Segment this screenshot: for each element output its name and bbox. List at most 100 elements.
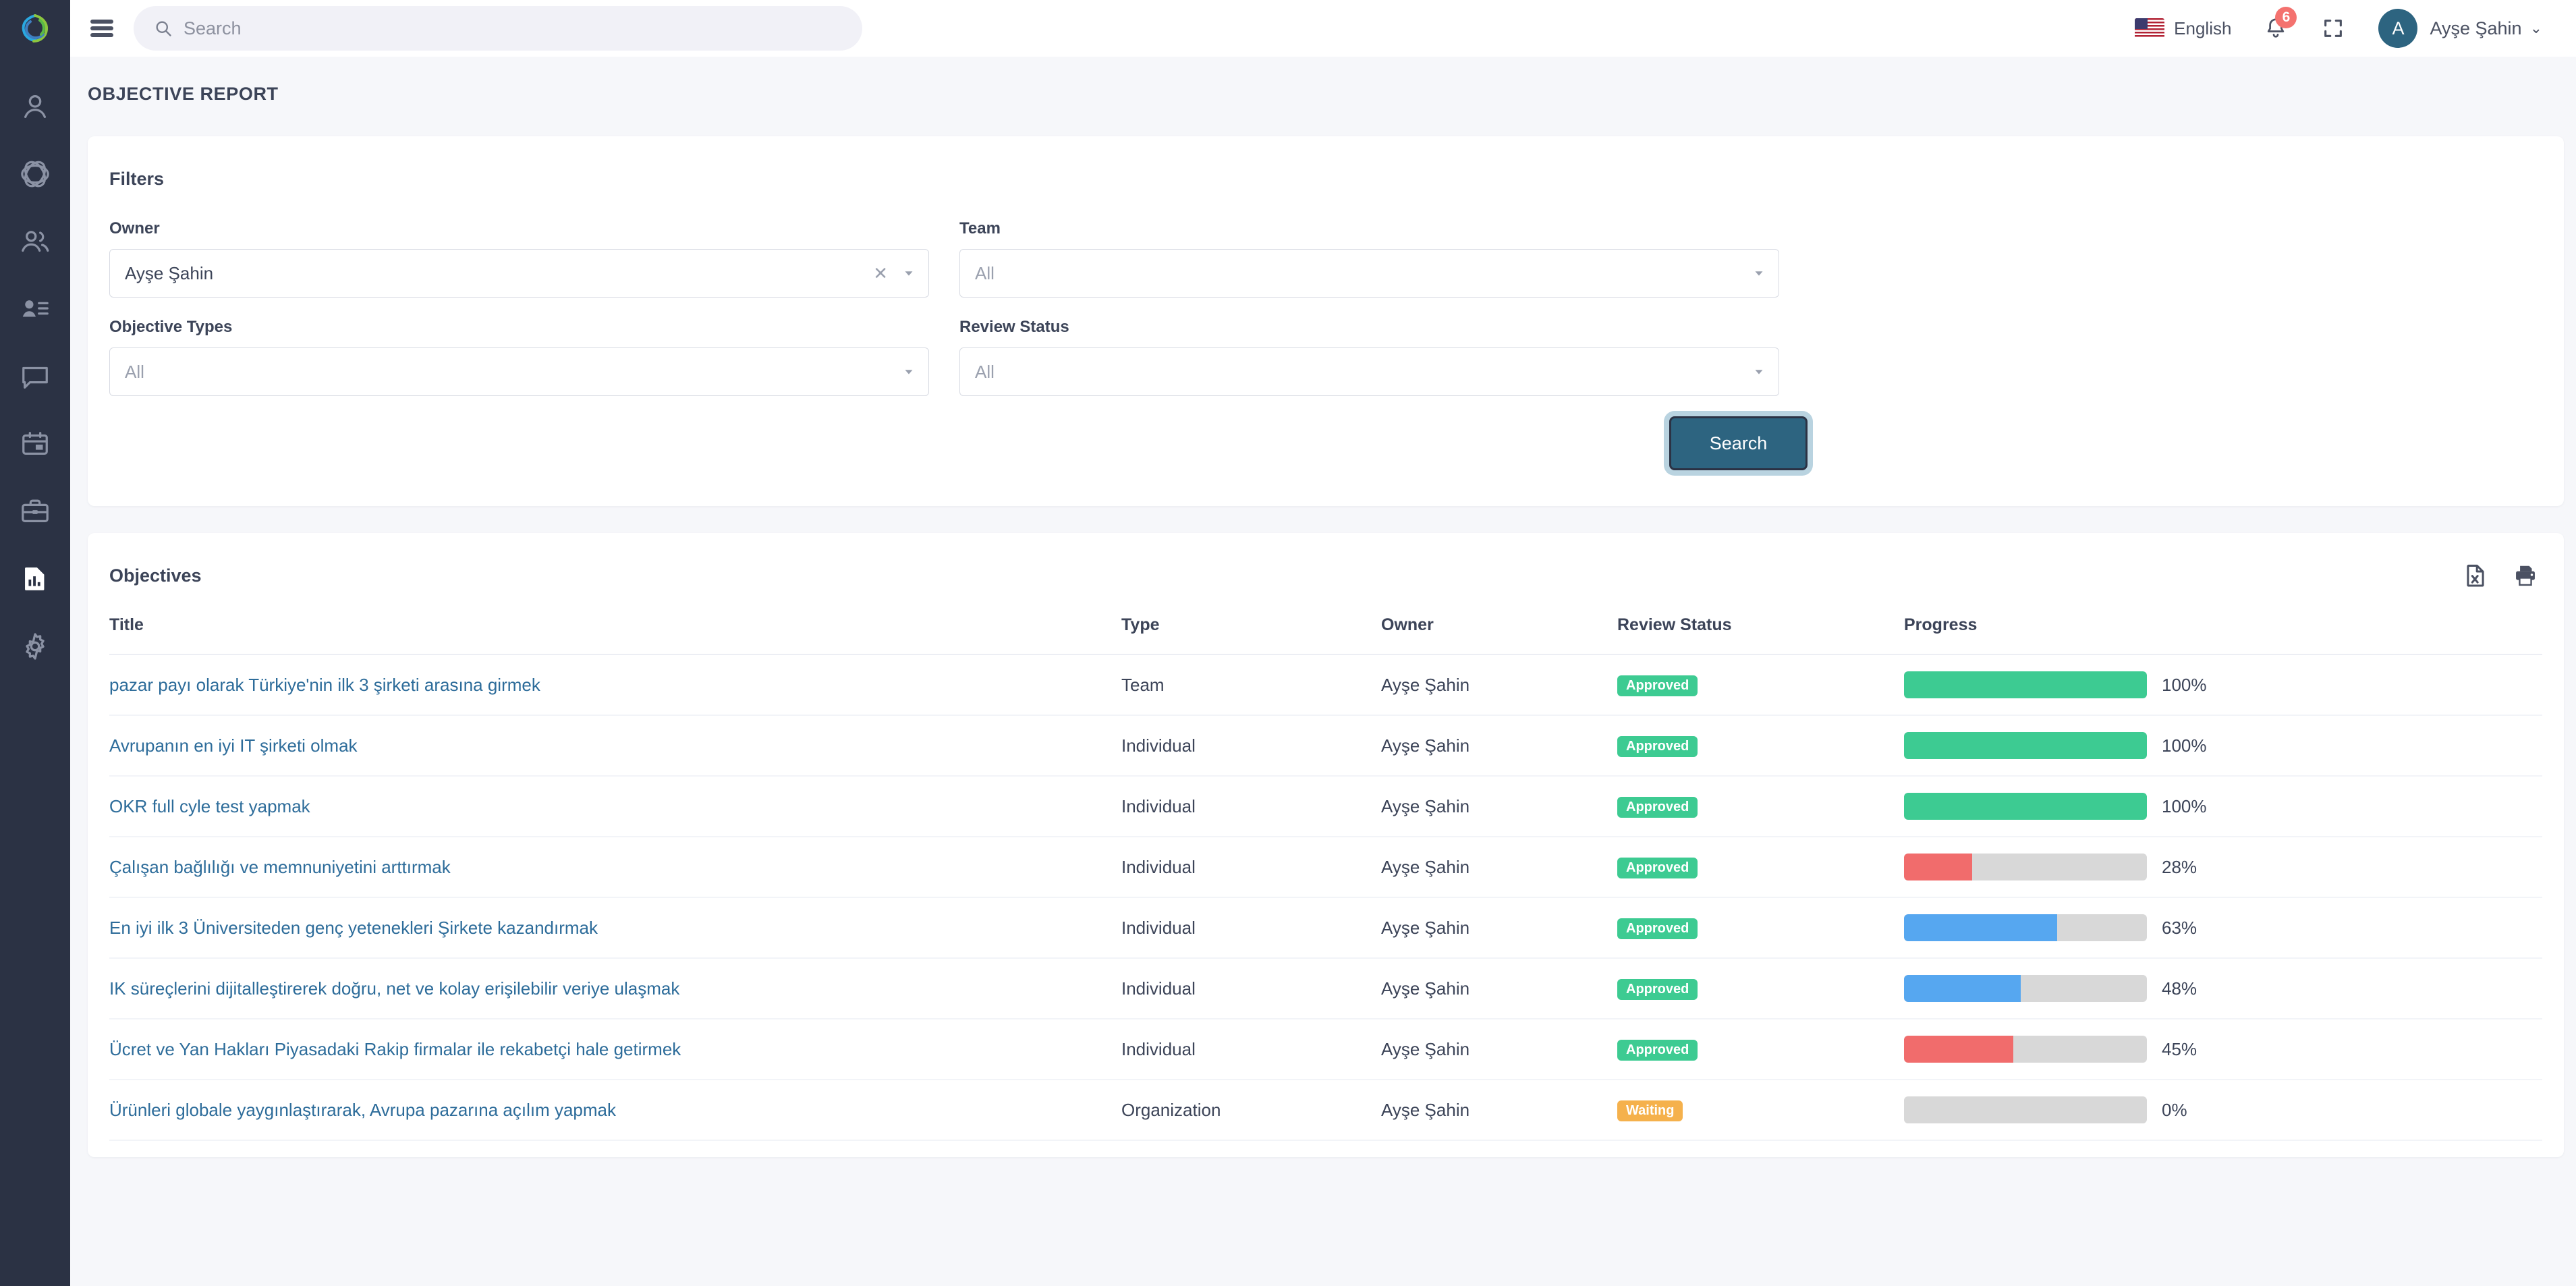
page-title-bar: OBJECTIVE REPORT [70, 57, 2576, 131]
cell-owner: Ayşe Şahin [1381, 1080, 1617, 1141]
objectives-title: Objectives [109, 565, 202, 586]
objectives-card: Objectives Title Type Owner Review Statu… [88, 533, 2564, 1157]
filters-actions: Search [88, 416, 2564, 470]
hamburger-bar [90, 33, 113, 37]
sidebar-item-reports[interactable] [0, 545, 70, 613]
sidebar-item-employees[interactable] [0, 275, 70, 343]
objective-title-link[interactable]: Ürünleri globale yaygınlaştırarak, Avrup… [109, 1100, 616, 1120]
progress-percent-label: 28% [2162, 856, 2197, 877]
notifications-button[interactable]: 6 [2264, 7, 2297, 40]
objective-title-link[interactable]: IK süreçlerini dijitalleştirerek doğru, … [109, 978, 679, 999]
sidebar-item-calendar[interactable] [0, 410, 70, 478]
progress-track [1904, 732, 2147, 759]
cell-progress: 100% [1904, 654, 2542, 716]
objective-title-link[interactable]: Ücret ve Yan Hakları Piyasadaki Rakip fi… [109, 1039, 681, 1059]
sidebar-item-objectives[interactable] [0, 140, 70, 208]
progress-track [1904, 671, 2147, 698]
column-header-title: Title [109, 615, 1121, 655]
app-logo[interactable] [0, 0, 70, 57]
objective-types-select[interactable]: All [109, 347, 929, 396]
cell-type: Team [1121, 654, 1381, 716]
table-row: Çalışan bağlılığı ve memnuniyetini arttı… [109, 837, 2542, 898]
field-label: Team [959, 219, 1001, 237]
chat-icon [22, 366, 48, 389]
menu-toggle-button[interactable] [90, 20, 113, 37]
progress-fill [1904, 854, 1972, 880]
contact-card-icon [22, 300, 49, 317]
objective-title-link[interactable]: OKR full cyle test yapmak [109, 796, 310, 816]
progress-fill [1904, 793, 2147, 820]
cell-owner: Ayşe Şahin [1381, 715, 1617, 777]
export-excel-button[interactable] [2463, 563, 2488, 588]
search-input[interactable] [184, 18, 842, 39]
cell-type: Individual [1121, 776, 1381, 837]
status-badge: Approved [1617, 918, 1698, 939]
review-status-select[interactable]: All [959, 347, 1779, 396]
filters-title: Filters [109, 169, 165, 189]
language-selector[interactable]: English [2135, 18, 2231, 39]
team-select[interactable]: All [959, 249, 1779, 298]
global-search[interactable] [134, 6, 862, 51]
chevron-down-icon [901, 364, 916, 379]
fullscreen-icon [2324, 20, 2343, 37]
status-badge: Approved [1617, 858, 1698, 878]
language-label: English [2174, 18, 2232, 38]
field-label: Owner [109, 219, 160, 237]
cell-type: Organization [1121, 1080, 1381, 1141]
cell-progress: 48% [1904, 958, 2542, 1019]
clear-icon[interactable]: ✕ [873, 263, 888, 284]
okr-swirl-logo-icon [22, 14, 49, 43]
field-label: Objective Types [109, 318, 233, 336]
sidebar-nav [0, 73, 70, 680]
team-select-value: All [975, 262, 995, 283]
cell-title: Avrupanın en iyi IT şirketi olmak [109, 715, 1121, 777]
print-button[interactable] [2513, 563, 2538, 588]
table-row: OKR full cyle test yapmak Individual Ayşe … [109, 776, 2542, 837]
progress-track [1904, 975, 2147, 1002]
progress-track [1904, 1096, 2147, 1123]
sidebar-item-profile[interactable] [0, 73, 70, 140]
objective-title-link[interactable]: En iyi ilk 3 Üniversiteden genç yetenekl… [109, 918, 598, 938]
objectives-actions [2463, 563, 2538, 588]
sidebar-item-feedback[interactable] [0, 343, 70, 410]
report-icon [25, 567, 45, 590]
table-row: pazar payı olarak Türkiye'nin ilk 3 şirk… [109, 654, 2542, 716]
cell-type: Individual [1121, 897, 1381, 959]
sidebar-item-settings[interactable] [0, 613, 70, 680]
progress-track [1904, 854, 2147, 880]
notification-count-badge: 6 [2275, 7, 2297, 28]
objective-title-link[interactable]: pazar payı olarak Türkiye'nin ilk 3 şirk… [109, 675, 540, 695]
progress-cell: 0% [1904, 1096, 2542, 1123]
people-icon [22, 231, 49, 252]
progress-cell: 100% [1904, 793, 2542, 820]
excel-file-icon [2467, 564, 2484, 587]
column-header-review-status: Review Status [1617, 615, 1904, 655]
cell-progress: 28% [1904, 837, 2542, 898]
owner-select[interactable]: Ayşe Şahin ✕ [109, 249, 929, 298]
user-menu[interactable]: A Ayşe Şahin ⌄ [2378, 9, 2542, 48]
search-button[interactable]: Search [1669, 416, 1808, 470]
us-flag-icon [2135, 18, 2165, 38]
cell-review-status: Approved [1617, 654, 1904, 716]
sidebar [0, 0, 70, 1286]
objectives-body: pazar payı olarak Türkiye'nin ilk 3 şirk… [109, 654, 2542, 1141]
fullscreen-button[interactable] [2322, 17, 2345, 40]
hamburger-bar [90, 20, 113, 24]
field-label: Review Status [959, 318, 1069, 336]
filter-field-review-status: Review Status All [959, 318, 1779, 396]
cell-title: Ürünleri globale yaygınlaştırarak, Avrup… [109, 1080, 1121, 1141]
sidebar-item-teams[interactable] [0, 208, 70, 275]
objective-title-link[interactable]: Avrupanın en iyi IT şirketi olmak [109, 735, 358, 756]
cell-type: Individual [1121, 715, 1381, 777]
progress-cell: 45% [1904, 1036, 2542, 1063]
sidebar-item-jobs[interactable] [0, 478, 70, 545]
cell-title: OKR full cyle test yapmak [109, 776, 1121, 837]
cell-type: Individual [1121, 837, 1381, 898]
status-badge: Waiting [1617, 1100, 1683, 1121]
objectives-header: Objectives [88, 533, 2564, 588]
progress-percent-label: 100% [2162, 795, 2207, 816]
cell-review-status: Approved [1617, 715, 1904, 777]
search-icon [156, 21, 171, 36]
objective-title-link[interactable]: Çalışan bağlılığı ve memnuniyetini arttı… [109, 857, 451, 877]
progress-cell: 100% [1904, 732, 2542, 759]
